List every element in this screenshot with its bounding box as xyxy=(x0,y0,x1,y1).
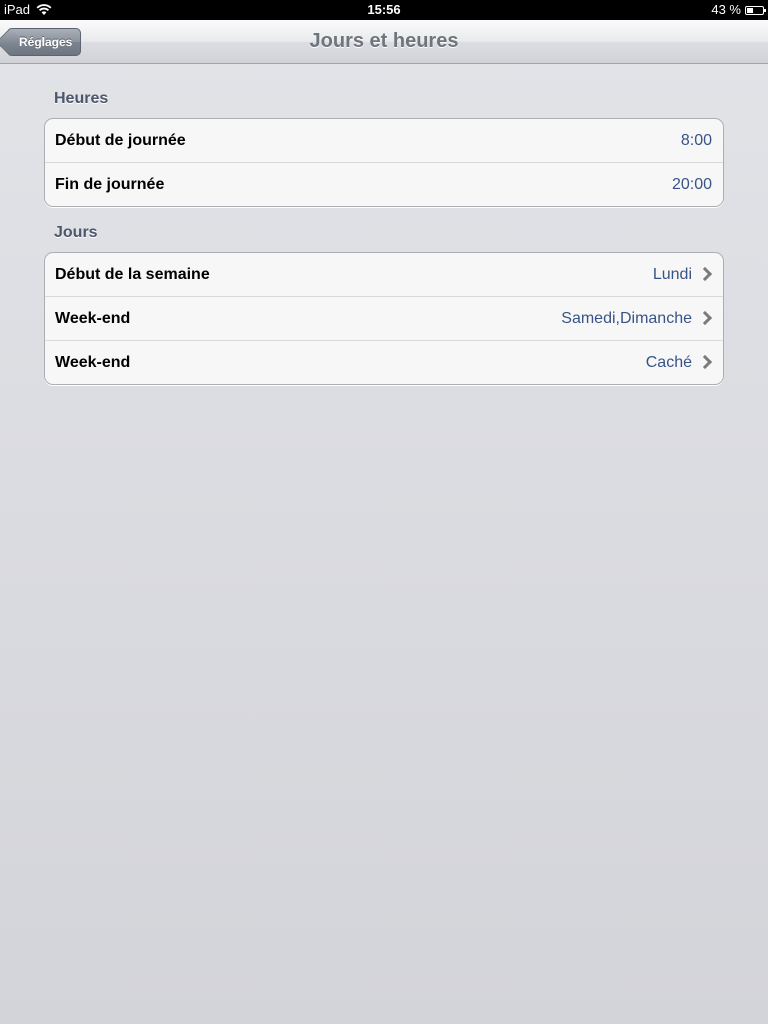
back-button[interactable]: Réglages xyxy=(7,28,82,56)
row-day-end[interactable]: Fin de journée 20:00 xyxy=(45,162,723,206)
section-header-days: Jours xyxy=(54,224,98,241)
battery-fill xyxy=(747,7,753,13)
hours-group: Début de journée 8:00 Fin de journée 20:… xyxy=(44,118,724,207)
status-bar: iPad 15:56 43 % xyxy=(0,0,768,20)
row-value: Lundi xyxy=(652,266,692,283)
row-value: Samedi,Dimanche xyxy=(561,310,692,327)
row-day-start[interactable]: Début de journée 8:00 xyxy=(45,119,723,162)
row-label: Début de journée xyxy=(55,132,186,149)
row-weekend-days[interactable]: Week-end Samedi,Dimanche xyxy=(45,296,723,340)
page-title: Jours et heures xyxy=(309,30,459,52)
days-group: Début de la semaine Lundi Week-end Samed… xyxy=(44,252,724,385)
row-label: Début de la semaine xyxy=(55,266,210,283)
row-label: Week-end xyxy=(55,354,131,371)
section-header-hours: Heures xyxy=(54,90,109,107)
chevron-right-icon xyxy=(697,354,713,370)
status-right: 43 % xyxy=(711,0,766,20)
row-value: 8:00 xyxy=(680,132,712,149)
navigation-bar: Jours et heures Réglages xyxy=(0,20,768,64)
battery-percent: 43 % xyxy=(711,2,741,17)
battery-icon xyxy=(745,5,766,15)
row-weekend-display[interactable]: Week-end Caché xyxy=(45,340,723,384)
row-week-start[interactable]: Début de la semaine Lundi xyxy=(45,253,723,296)
chevron-right-icon xyxy=(697,266,713,282)
row-label: Fin de journée xyxy=(55,176,165,193)
back-button-label: Réglages xyxy=(19,35,73,49)
row-value: 20:00 xyxy=(671,176,712,193)
row-value: Caché xyxy=(645,354,692,371)
status-time: 15:56 xyxy=(367,2,401,17)
row-label: Week-end xyxy=(55,310,131,327)
chevron-right-icon xyxy=(697,310,713,326)
